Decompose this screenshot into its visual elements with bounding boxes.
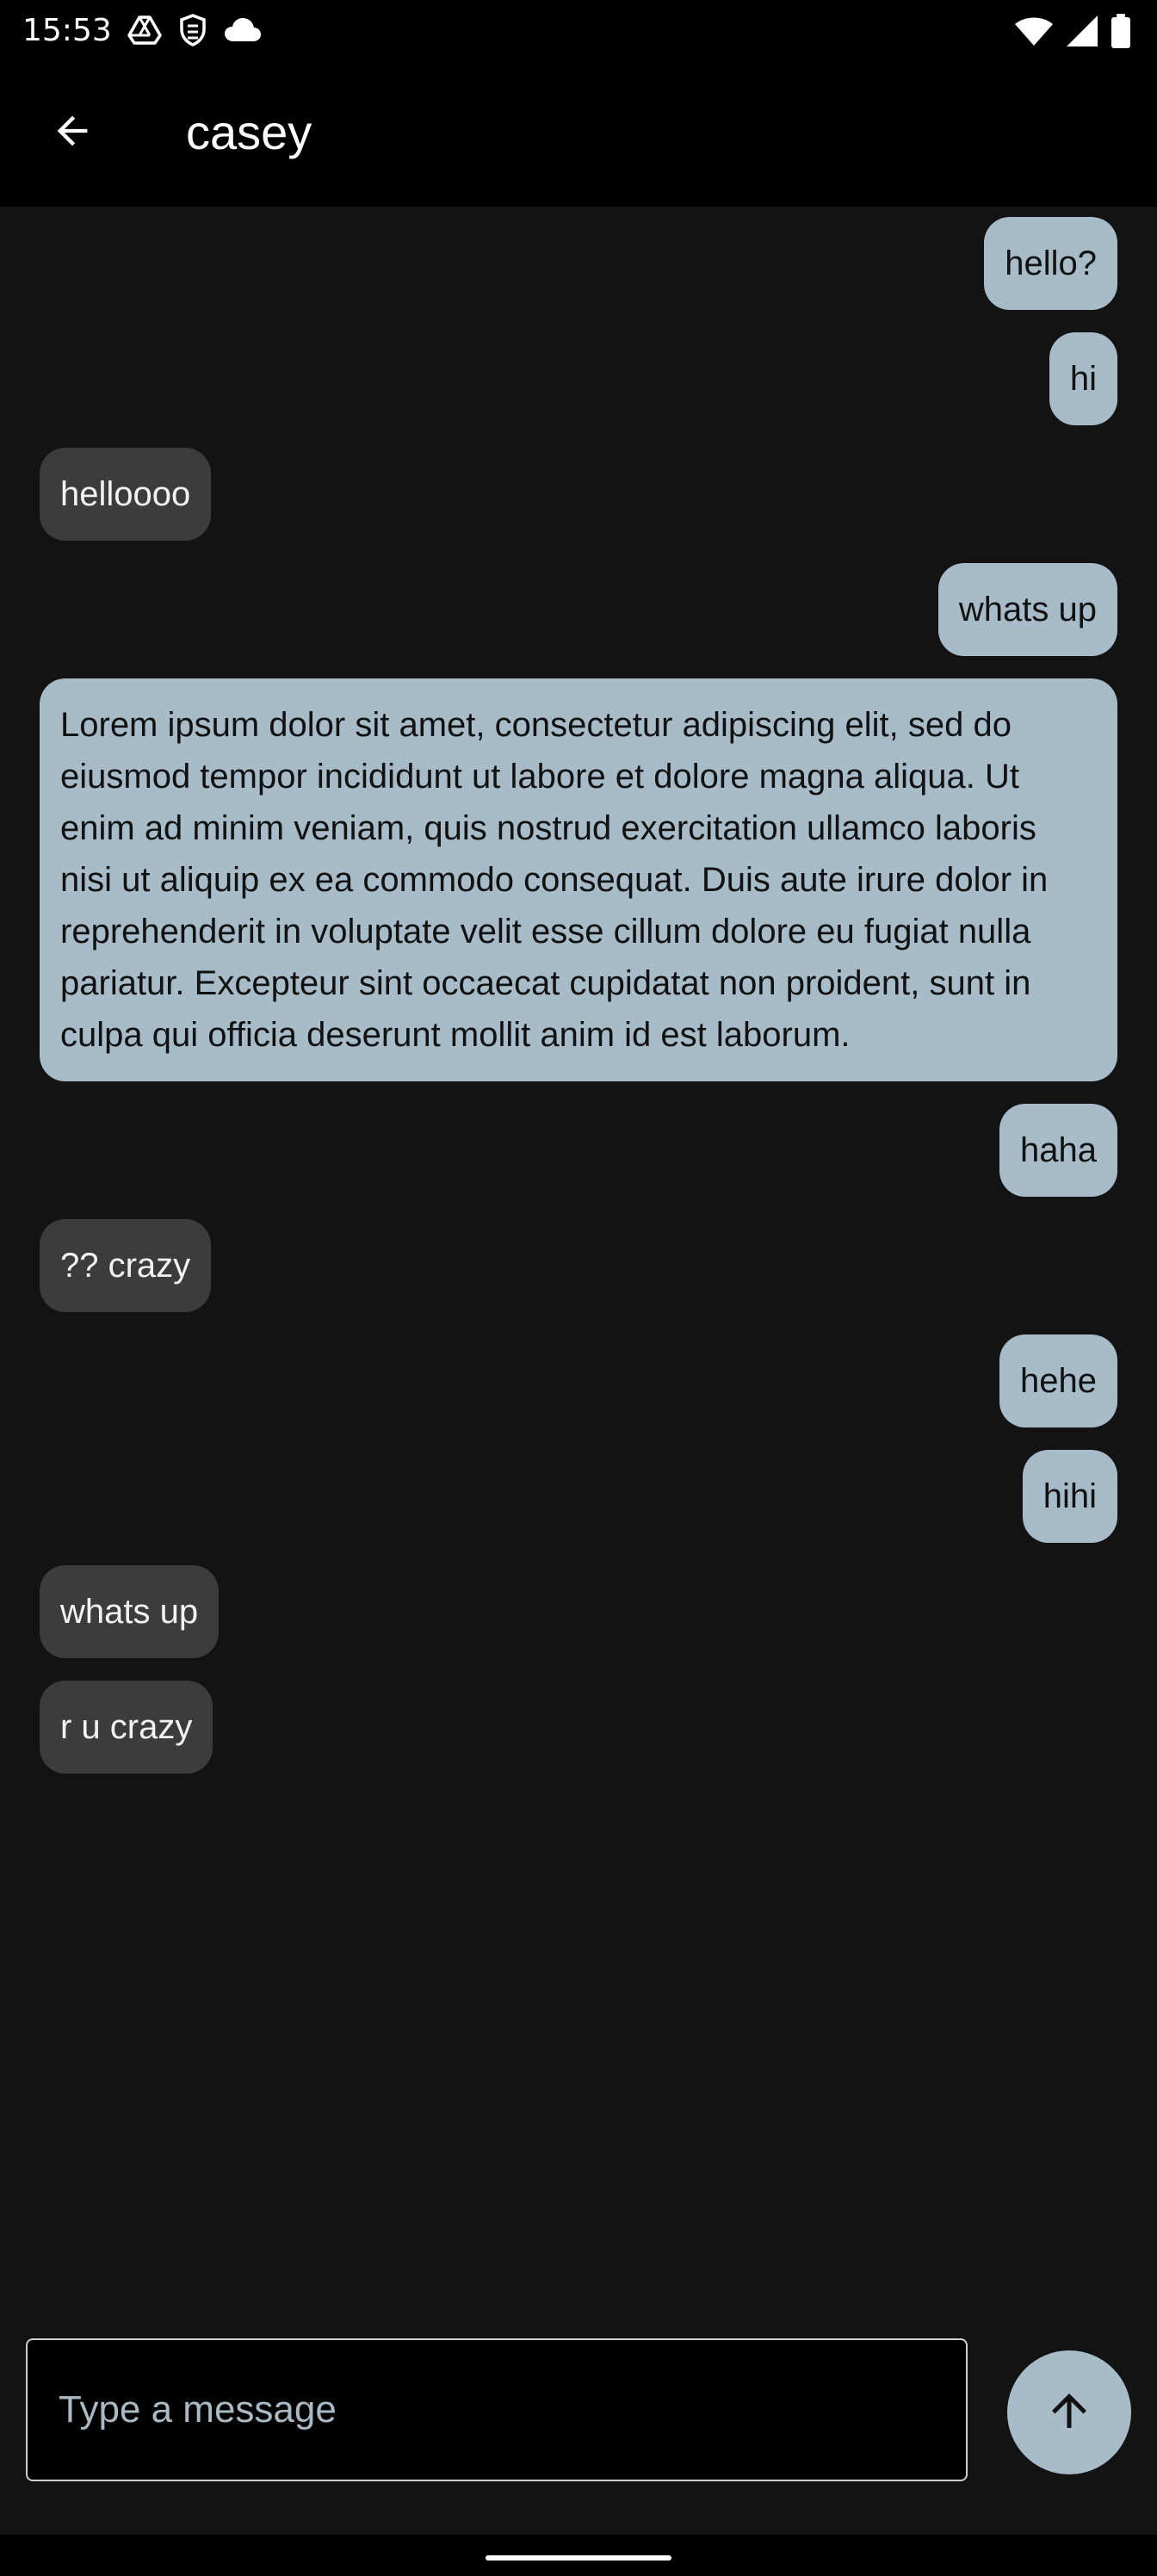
status-notification-icons: [127, 14, 262, 50]
status-system-icons: [1014, 14, 1131, 52]
arrow-back-icon: [50, 108, 95, 157]
navigation-bar: [0, 2535, 1157, 2576]
received-message-bubble[interactable]: ?? crazy: [40, 1219, 212, 1312]
sent-message-bubble[interactable]: hi: [1049, 332, 1117, 425]
message-row: helloooo: [40, 448, 1117, 541]
message-row: hi: [40, 332, 1117, 425]
send-button[interactable]: [1007, 2350, 1131, 2474]
message-row: r u crazy: [40, 1681, 1117, 1774]
sent-message-bubble[interactable]: Lorem ipsum dolor sit amet, consectetur …: [40, 678, 1117, 1081]
message-row: haha: [40, 1104, 1117, 1197]
message-row: hihi: [40, 1450, 1117, 1543]
drive-icon: [127, 15, 162, 49]
arrow-upward-icon: [1043, 2385, 1095, 2440]
message-row: whats up: [40, 563, 1117, 656]
message-input[interactable]: [28, 2340, 966, 2480]
message-row: hehe: [40, 1334, 1117, 1427]
shield-icon: [179, 14, 207, 50]
cellular-signal-icon: [1066, 15, 1098, 51]
back-button[interactable]: [34, 95, 110, 170]
battery-icon: [1111, 14, 1131, 52]
message-list[interactable]: hello? hi helloooo whats up Lorem ipsum dolo…: [0, 207, 1157, 2325]
message-row: ?? crazy: [40, 1219, 1117, 1312]
sent-message-bubble[interactable]: hihi: [1022, 1450, 1117, 1543]
received-message-bubble[interactable]: helloooo: [40, 448, 212, 541]
cloud-icon: [224, 17, 262, 46]
received-message-bubble[interactable]: whats up: [40, 1565, 220, 1658]
message-row: Lorem ipsum dolor sit amet, consectetur …: [40, 678, 1117, 1081]
status-bar: 15:53: [0, 0, 1157, 62]
conversation-title: casey: [186, 105, 312, 159]
status-time: 15:53: [22, 13, 112, 48]
sent-message-bubble[interactable]: haha: [999, 1104, 1117, 1197]
app-bar: casey: [0, 62, 1157, 207]
message-row: whats up: [40, 1565, 1117, 1658]
message-row: hello?: [40, 217, 1117, 310]
message-composer: [26, 2338, 968, 2481]
sent-message-bubble[interactable]: hehe: [999, 1334, 1117, 1427]
sent-message-bubble[interactable]: whats up: [937, 563, 1117, 656]
sent-message-bubble[interactable]: hello?: [984, 217, 1117, 310]
wifi-icon: [1014, 15, 1054, 50]
received-message-bubble[interactable]: r u crazy: [40, 1681, 213, 1774]
home-indicator[interactable]: [486, 2555, 671, 2561]
